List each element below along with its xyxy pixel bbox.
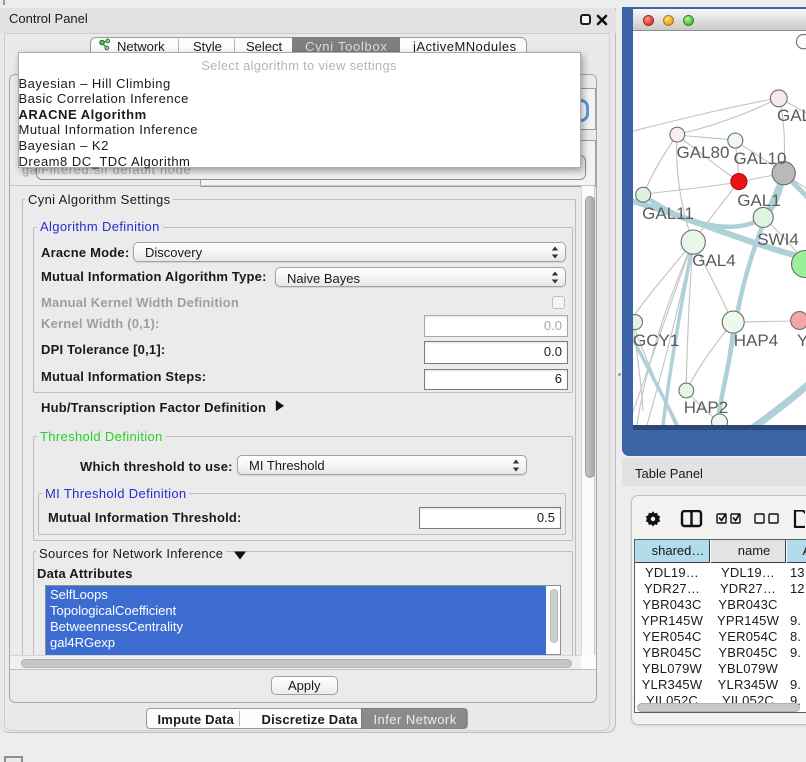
svg-text:GAL4: GAL4 — [692, 251, 735, 270]
svg-text:GAL7: GAL7 — [777, 106, 806, 125]
svg-text:HAP2: HAP2 — [684, 398, 728, 417]
svg-text:GAL80: GAL80 — [677, 143, 730, 162]
svg-text:GAL11: GAL11 — [642, 204, 694, 223]
svg-text:HAP4: HAP4 — [734, 331, 778, 350]
svg-text:SWI4: SWI4 — [757, 230, 799, 249]
svg-text:GAL1: GAL1 — [737, 191, 780, 210]
svg-text:Y: Y — [797, 331, 806, 350]
svg-text:GCY1: GCY1 — [633, 331, 679, 350]
svg-text:GAL10: GAL10 — [734, 149, 787, 168]
